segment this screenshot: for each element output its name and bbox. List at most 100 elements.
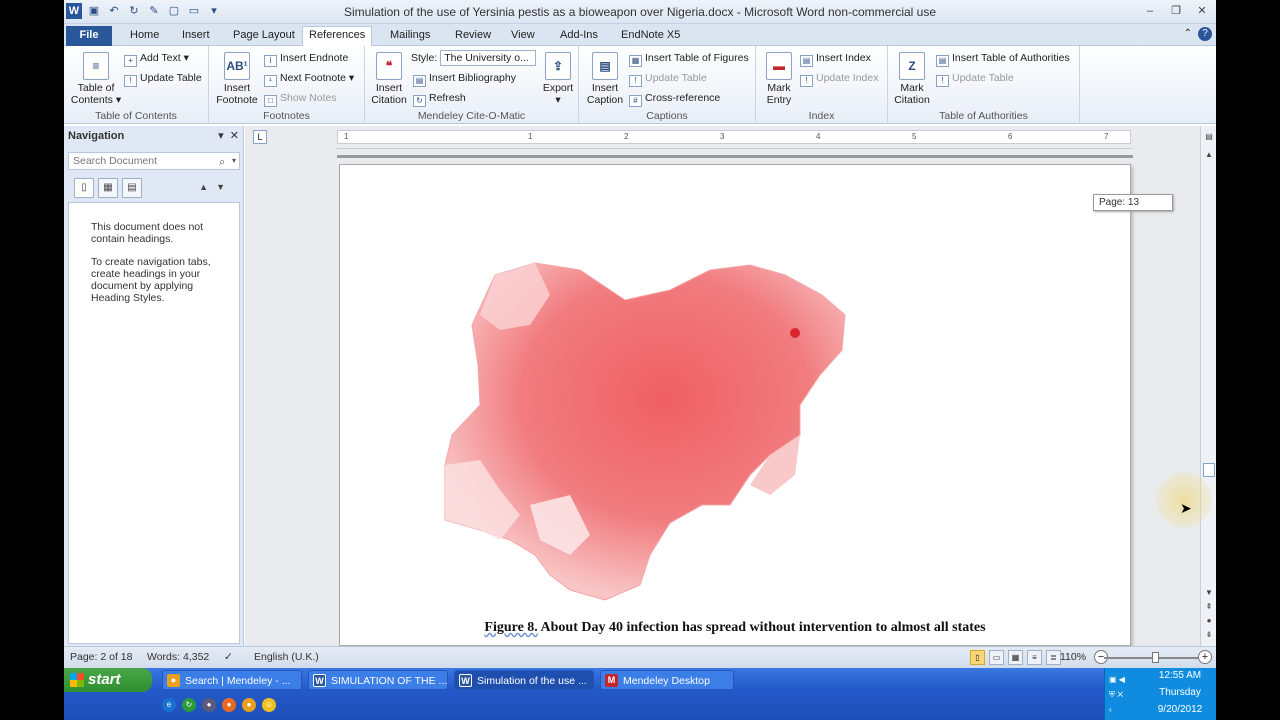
tab-review[interactable]: Review [449,27,497,46]
browse-object-icon[interactable]: ● [1203,616,1215,625]
minimize-icon[interactable]: – [1140,3,1160,19]
insert-citation-button[interactable]: ❝ Insert Citation [369,52,409,106]
taskbar-item-mendeley-desktop[interactable]: M Mendeley Desktop [600,670,734,690]
pane-options-icon[interactable]: ▾ [218,130,224,142]
update-table-button[interactable]: ! Update Table [124,70,202,87]
insert-footnote-button[interactable]: AB¹ Insert Footnote [213,52,261,106]
horizontal-ruler[interactable]: 1 1 2 3 4 5 6 7 [337,130,1131,144]
print-layout-icon[interactable]: ▯ [970,650,985,665]
insert-bibliography-button[interactable]: ▤ Insert Bibliography [413,70,516,87]
search-icon[interactable]: ⌕ [219,154,225,170]
ribbon: ≡ Table of Contents ▾ + Add Text ▾ ! Updat… [64,46,1216,124]
scroll-up-icon[interactable]: ▲ [1203,150,1215,159]
vertical-scrollbar[interactable]: ▤ ▲ ▼ ⇞ ● ⇟ [1200,126,1216,646]
web-layout-icon[interactable]: ▦ [1008,650,1023,665]
draft-icon[interactable]: ≣ [1046,650,1061,665]
mark-entry-button[interactable]: ▬ Mark Entry [760,52,798,106]
tray-expand-icon[interactable]: ‹ [1109,705,1112,714]
update-figures-table-button[interactable]: ! Update Table [629,70,707,87]
taskbar-item-mendeley-search[interactable]: ● Search | Mendeley - ... [162,670,302,690]
scroll-down-icon[interactable]: ▼ [1203,588,1215,597]
media-icon[interactable]: ● [202,698,216,712]
figure-caption-text: About Day 40 infection has spread withou… [537,620,986,635]
tab-endnote[interactable]: EndNote X5 [615,27,686,46]
document-page[interactable]: Figure 8. About Day 40 infection has spr… [339,164,1131,646]
tab-references[interactable]: References [302,26,373,46]
word-icon: W [313,674,326,687]
previous-icon[interactable]: ▲ [199,182,216,192]
update-toa-button[interactable]: ! Update Table [936,70,1014,87]
language[interactable]: English (U.K.) [254,651,319,663]
refresh-button[interactable]: ↻ Refresh [413,90,466,107]
add-text-button[interactable]: + Add Text ▾ [124,50,189,67]
close-icon[interactable]: ✕ [1192,3,1212,19]
search-document-input[interactable]: Search Document ⌕ ▾ [68,152,240,170]
next-footnote-button[interactable]: ¹ Next Footnote ▾ [264,70,354,87]
network-icon[interactable]: ▣ [1109,675,1117,684]
help-icon[interactable]: ? [1198,27,1212,41]
status-bar: Page: 2 of 18 Words: 4,352 ✓ English (U.… [64,646,1216,668]
tab-view[interactable]: View [505,27,541,46]
proofing-icon[interactable]: ✓ [224,651,233,663]
style-dropdown[interactable]: The University o... [440,50,537,67]
map-hotspot [790,328,800,338]
update-index-button[interactable]: ! Update Index [800,70,878,87]
insert-index-button[interactable]: ▤ Insert Index [800,50,871,67]
clock-time[interactable]: 12:55 AM [1145,670,1215,681]
group-captions: ▤ Insert Caption ▦ Insert Table of Figure… [579,46,756,124]
insert-table-of-figures-button[interactable]: ▦ Insert Table of Figures [629,50,749,67]
tab-home[interactable]: Home [124,27,165,46]
tab-file[interactable]: File [66,26,112,46]
insert-caption-button[interactable]: ▤ Insert Caption [583,52,627,106]
insert-toa-button[interactable]: ▤ Insert Table of Authorities [936,50,1070,67]
page-number-tooltip: Page: 13 [1093,194,1173,211]
next-icon[interactable]: ▼ [216,182,233,192]
previous-page-icon[interactable]: ⇞ [1203,602,1215,611]
mark-citation-button[interactable]: Z Mark Citation [892,52,932,106]
full-screen-reading-icon[interactable]: ▭ [989,650,1004,665]
ruler-toggle-icon[interactable]: ▤ [1203,132,1215,141]
firefox-icon[interactable]: ● [222,698,236,712]
results-tab-icon[interactable]: ▤ [122,178,142,198]
pages-tab-icon[interactable]: ▦ [98,178,118,198]
ie-icon[interactable]: e [162,698,176,712]
outline-icon[interactable]: ≡ [1027,650,1042,665]
style-selector[interactable]: Style: The University o... [411,50,537,67]
zoom-in-icon[interactable]: + [1198,650,1212,664]
cross-reference-button[interactable]: # Cross-reference [629,90,720,107]
tab-mailings[interactable]: Mailings [384,27,436,46]
next-page-icon[interactable]: ⇟ [1203,630,1215,639]
volume-icon[interactable]: ◀ [1119,675,1125,684]
export-button[interactable]: ⇪ Export ▾ [541,52,575,106]
tab-insert[interactable]: Insert [176,27,216,46]
scroll-thumb[interactable] [1203,463,1215,477]
search-options-icon[interactable]: ▾ [232,153,236,169]
show-notes-button[interactable]: □ Show Notes [264,90,337,107]
zoom-level[interactable]: 110% [1060,651,1086,663]
table-of-contents-button[interactable]: ≡ Table of Contents ▾ [68,52,124,106]
start-button[interactable]: start [64,668,152,692]
insert-endnote-button[interactable]: i Insert Endnote [264,50,348,67]
chrome-icon[interactable]: ● [242,698,256,712]
update-icon: ! [800,75,813,87]
messenger-icon[interactable]: ☺ [262,698,276,712]
refresh-icon[interactable]: ↻ [182,698,196,712]
page-count[interactable]: Page: 2 of 18 [70,651,132,663]
cursor-arrow-icon: ➤ [1180,500,1192,516]
alert-icon[interactable]: ✕ [1117,690,1123,699]
close-pane-icon[interactable]: ✕ [230,130,239,142]
taskbar-item-simulation-caps[interactable]: W SIMULATION OF THE ... [308,670,448,690]
tab-page-layout[interactable]: Page Layout [227,27,301,46]
taskbar-item-simulation-doc[interactable]: W Simulation of the use ... [454,670,594,690]
group-mendeley: ❝ Insert Citation Style: The University … [365,46,579,124]
caption-icon: ▤ [592,52,618,80]
restore-icon[interactable]: ❐ [1166,3,1186,19]
security-icon[interactable]: ⛨ [1109,690,1115,699]
word-count[interactable]: Words: 4,352 [147,651,209,663]
zoom-slider-knob[interactable] [1152,652,1159,663]
headings-tab-icon[interactable]: ▯ [74,178,94,198]
ruler-number: 6 [1008,132,1013,141]
tab-selector-icon[interactable]: L [253,130,267,144]
collapse-ribbon-icon[interactable]: ⌃ [1184,28,1192,39]
tab-add-ins[interactable]: Add-Ins [554,27,604,46]
